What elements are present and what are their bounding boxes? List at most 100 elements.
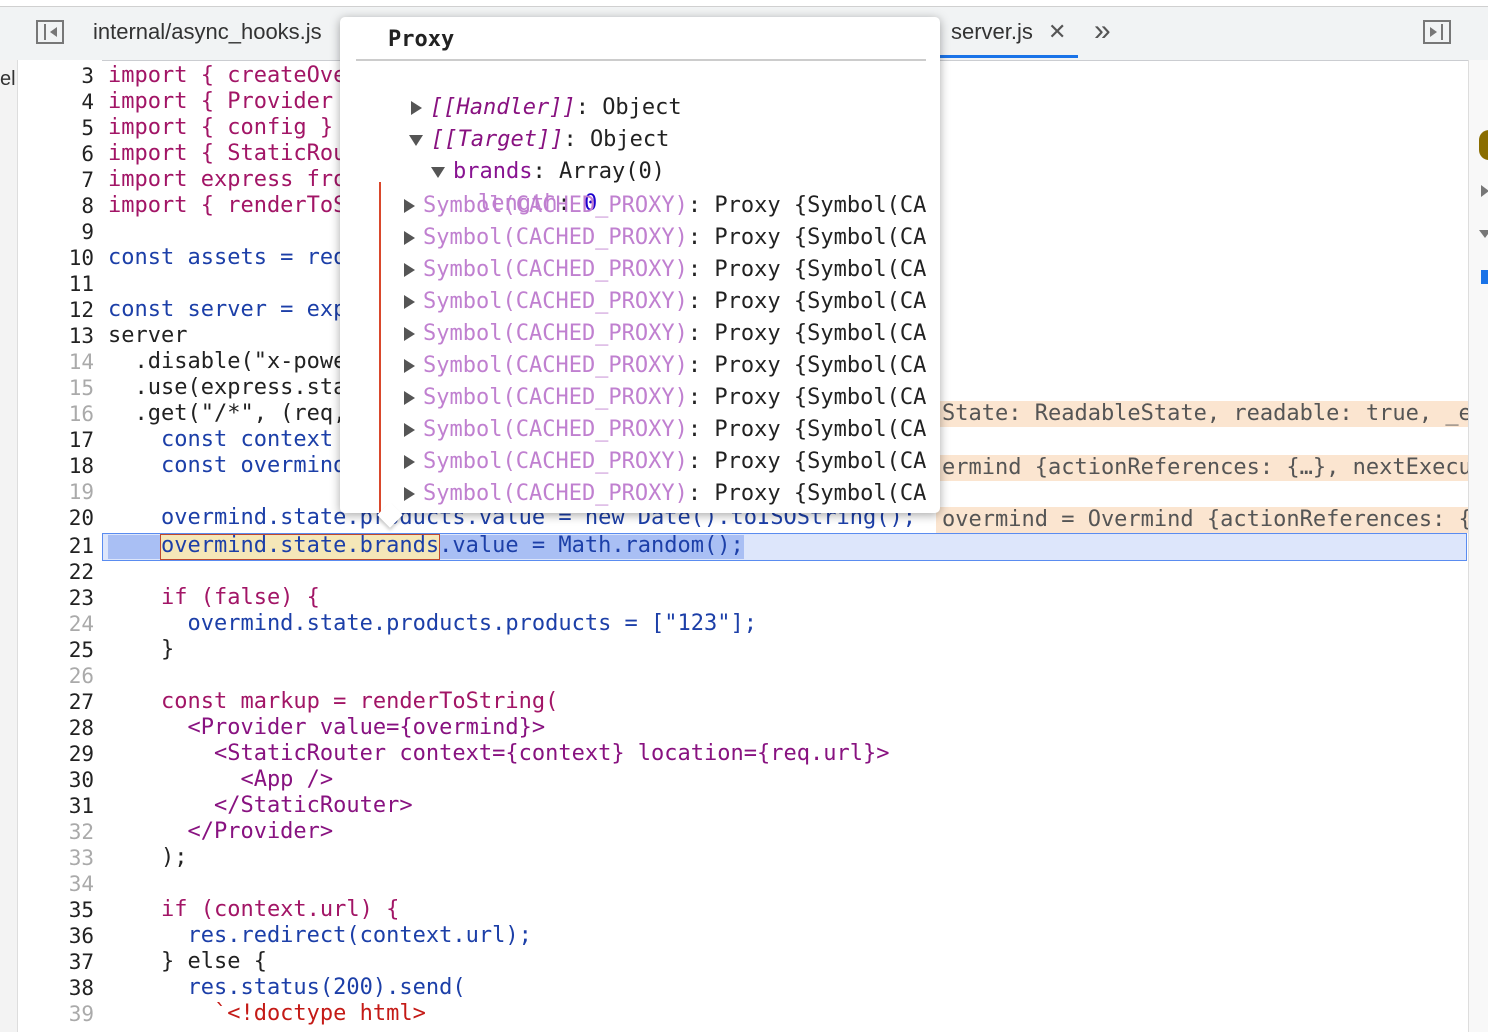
line-number[interactable]: 18 — [18, 453, 94, 479]
code-line[interactable]: if (false) { — [108, 585, 320, 611]
symbol-row[interactable]: Symbol(CACHED_PROXY): Proxy {Symbol(CA — [404, 191, 926, 221]
code-line[interactable]: const assets = req — [108, 245, 346, 271]
inline-value-18[interactable]: ermind {actionReferences: {…}, nextExecu… — [936, 455, 1468, 481]
line-number[interactable]: 15 — [18, 375, 94, 401]
line-number[interactable]: 19 — [18, 479, 94, 505]
code-line[interactable]: import { Provider — [108, 89, 346, 115]
symbol-row[interactable]: Symbol(CACHED_PROXY): Proxy {Symbol(CA — [404, 223, 926, 253]
code-line[interactable]: } else { — [108, 949, 267, 975]
code-line[interactable]: </StaticRouter> — [108, 793, 413, 819]
inline-value-20[interactable]: overmind = Overmind {actionReferences: { — [936, 507, 1468, 533]
code-line[interactable]: .disable("x-powe — [108, 349, 346, 375]
code-line[interactable]: overmind.state.products.products = ["123… — [108, 611, 757, 637]
line-number[interactable]: 21 — [18, 533, 94, 559]
code-line[interactable]: import { renderToS — [108, 193, 346, 219]
expand-arrow-icon[interactable] — [404, 455, 415, 469]
line-number[interactable]: 24 — [18, 611, 94, 637]
code-line[interactable]: if (context.url) { — [108, 897, 399, 923]
code-line[interactable]: <Provider value={overmind}> — [108, 715, 545, 741]
line-number[interactable]: 29 — [18, 741, 94, 767]
line-number[interactable]: 37 — [18, 949, 94, 975]
line-number[interactable]: 39 — [18, 1001, 94, 1027]
collapse-arrow-icon[interactable] — [1479, 230, 1488, 238]
line-number[interactable]: 12 — [18, 297, 94, 323]
line-number[interactable]: 25 — [18, 637, 94, 663]
code-line[interactable]: import { config } — [108, 115, 346, 141]
code-line[interactable]: res.status(200).send( — [108, 975, 465, 1001]
inline-value-16[interactable]: State: ReadableState, readable: true, _e… — [936, 401, 1468, 427]
line-number[interactable]: 9 — [18, 219, 94, 245]
symbol-row[interactable]: Symbol(CACHED_PROXY): Proxy {Symbol(CA — [404, 383, 926, 413]
line-number[interactable]: 23 — [18, 585, 94, 611]
symbol-row[interactable]: Symbol(CACHED_PROXY): Proxy {Symbol(CA — [404, 351, 926, 381]
line-number[interactable]: 11 — [18, 271, 94, 297]
line-number[interactable]: 6 — [18, 141, 94, 167]
symbol-row[interactable]: Symbol(CACHED_PROXY): Proxy {Symbol(CA — [404, 415, 926, 445]
line-number[interactable]: 36 — [18, 923, 94, 949]
tab-async-hooks[interactable]: internal/async_hooks.js — [93, 19, 322, 45]
code-line[interactable]: import { StaticRou — [108, 141, 346, 167]
line-number[interactable]: 38 — [18, 975, 94, 1001]
expand-arrow-icon[interactable] — [404, 295, 415, 309]
line-number[interactable]: 31 — [18, 793, 94, 819]
code-line[interactable]: const context — [108, 427, 346, 453]
line-number[interactable]: 20 — [18, 505, 94, 531]
toggle-debugger-icon[interactable] — [1423, 20, 1451, 44]
code-line[interactable]: ); — [108, 845, 188, 871]
expand-arrow-icon[interactable] — [404, 359, 415, 373]
expand-arrow-icon[interactable] — [404, 391, 415, 405]
expand-arrow-icon[interactable] — [1481, 185, 1488, 197]
right-panel-edge[interactable] — [1468, 60, 1488, 1032]
code-line[interactable]: .get("/*", (req, — [108, 401, 346, 427]
code-line[interactable]: import { createOve — [108, 63, 346, 89]
symbol-row[interactable]: Symbol(CACHED_PROXY): Proxy {Symbol(CA — [404, 255, 926, 285]
line-number[interactable]: 26 — [18, 663, 94, 689]
code-line[interactable]: <App /> — [108, 767, 333, 793]
close-icon[interactable]: ✕ — [1048, 19, 1066, 45]
line-number[interactable]: 16 — [18, 401, 94, 427]
line-number[interactable]: 3 — [18, 63, 94, 89]
line-number[interactable]: 28 — [18, 715, 94, 741]
symbol-row[interactable]: Symbol(CACHED_PROXY): Proxy {Symbol(CA — [404, 287, 926, 317]
line-number[interactable]: 17 — [18, 427, 94, 453]
line-number[interactable]: 7 — [18, 167, 94, 193]
expand-arrow-icon[interactable] — [404, 199, 415, 213]
code-line[interactable]: `<!doctype html> — [108, 1001, 426, 1027]
tab-overflow-icon[interactable]: » — [1094, 14, 1111, 48]
code-line[interactable]: const overmind — [108, 453, 346, 479]
expand-arrow-icon[interactable] — [404, 423, 415, 437]
code-line[interactable]: overmind.state.brands.value = Math.rando… — [108, 533, 744, 559]
code-line[interactable]: const markup = renderToString( — [108, 689, 558, 715]
line-number[interactable]: 13 — [18, 323, 94, 349]
line-number[interactable]: 35 — [18, 897, 94, 923]
code-line[interactable]: } — [108, 637, 174, 663]
symbol-row[interactable]: Symbol(CACHED_PROXY): Proxy {Symbol(CA — [404, 447, 926, 477]
object-preview-popover[interactable]: Proxy [[Handler]]: Object [[Target]]: Ob… — [340, 17, 940, 513]
code-line[interactable]: res.redirect(context.url); — [108, 923, 531, 949]
toggle-navigator-icon[interactable] — [36, 20, 64, 44]
tab-server-js[interactable]: server.js — [951, 19, 1033, 45]
symbol-row[interactable]: Symbol(CACHED_PROXY): Proxy {Symbol(CA — [404, 319, 926, 349]
symbol-row[interactable]: Symbol(CACHED_PROXY): Proxy {Symbol(CA — [404, 479, 926, 509]
expand-arrow-icon[interactable] — [404, 327, 415, 341]
line-number[interactable]: 4 — [18, 89, 94, 115]
code-line[interactable]: import express fro — [108, 167, 346, 193]
line-number[interactable]: 22 — [18, 559, 94, 585]
code-line[interactable]: const server = exp — [108, 297, 346, 323]
line-number[interactable]: 30 — [18, 767, 94, 793]
code-line[interactable]: <StaticRouter context={context} location… — [108, 741, 890, 767]
line-number[interactable]: 27 — [18, 689, 94, 715]
expand-arrow-icon[interactable] — [404, 263, 415, 277]
left-panel-edge[interactable]: el — [0, 60, 18, 1032]
line-number[interactable]: 14 — [18, 349, 94, 375]
line-number[interactable]: 5 — [18, 115, 94, 141]
line-number[interactable]: 8 — [18, 193, 94, 219]
line-number[interactable]: 34 — [18, 871, 94, 897]
line-number[interactable]: 10 — [18, 245, 94, 271]
expand-arrow-icon[interactable] — [404, 231, 415, 245]
code-line[interactable]: server — [108, 323, 187, 349]
code-line[interactable]: .use(express.sta — [108, 375, 346, 401]
line-number[interactable]: 32 — [18, 819, 94, 845]
line-number[interactable]: 33 — [18, 845, 94, 871]
code-line[interactable]: </Provider> — [108, 819, 333, 845]
